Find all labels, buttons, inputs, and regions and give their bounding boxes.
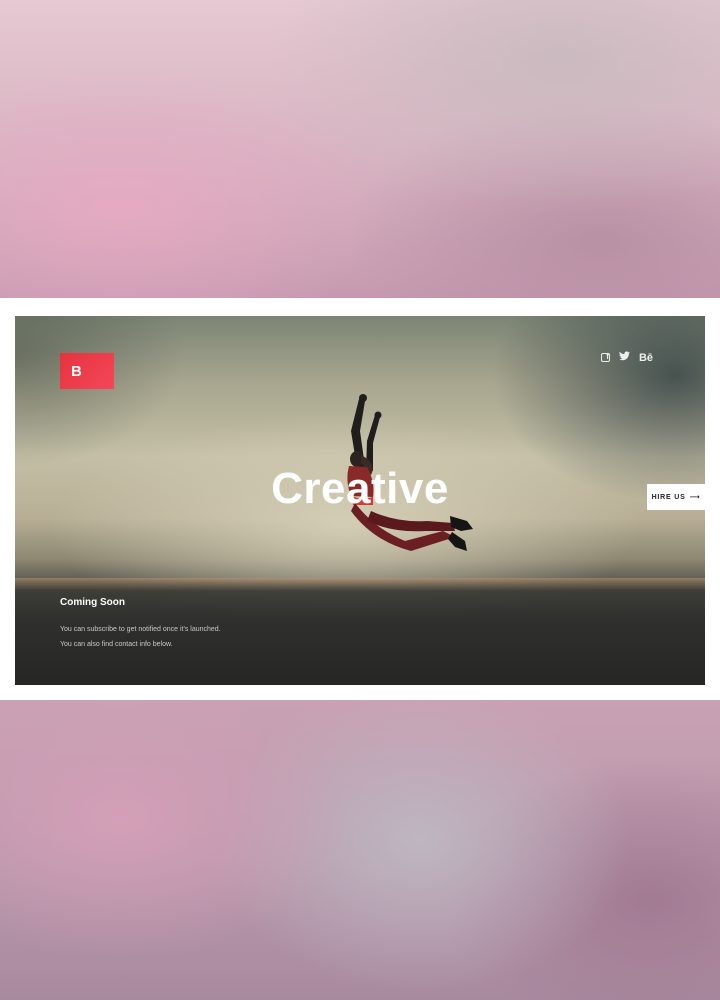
brand-logo[interactable]: B (60, 353, 114, 389)
hire-us-button[interactable]: HIRE US ⟶ (647, 484, 705, 510)
arrow-right-icon: ⟶ (689, 494, 701, 501)
blurred-background-top (0, 0, 720, 298)
hero-headline: Creative (271, 464, 449, 513)
twitter-icon[interactable] (618, 351, 630, 364)
hero-section: B Bē Creative HIRE US ⟶ Coming Soon (15, 316, 705, 685)
coming-soon-title: Coming Soon (60, 597, 125, 608)
logo-letter: B (71, 362, 82, 380)
social-links: Bē (600, 351, 653, 364)
facebook-icon[interactable] (600, 351, 610, 363)
description-line-2: You can also find contact info below. (60, 641, 173, 648)
behance-icon[interactable]: Bē (639, 352, 653, 364)
hire-us-label: HIRE US (651, 493, 686, 501)
blurred-background-bottom (0, 700, 720, 1000)
coming-soon-description: You can subscribe to get notified once i… (60, 622, 221, 652)
description-line-1: You can subscribe to get notified once i… (60, 626, 221, 633)
